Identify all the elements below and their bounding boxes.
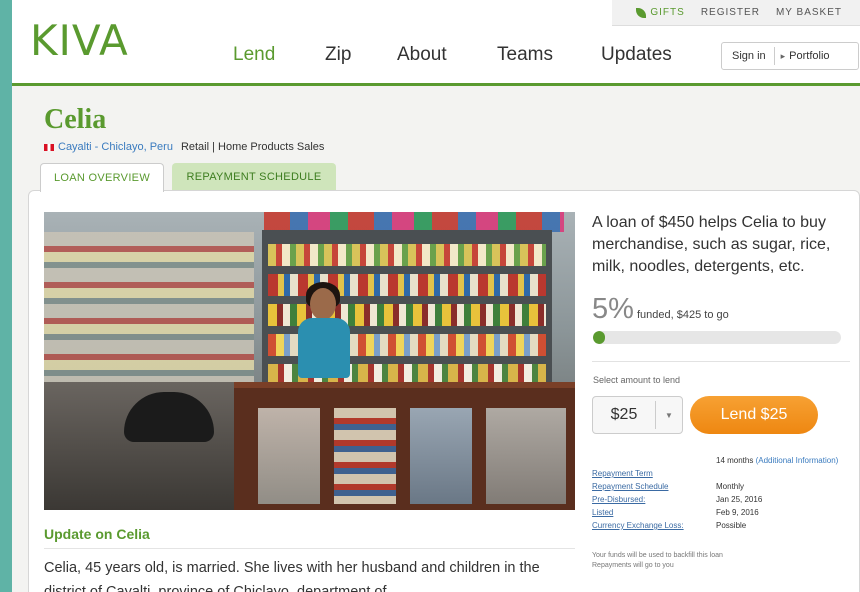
amount-value: $25	[610, 406, 638, 423]
leaf-icon	[636, 7, 647, 18]
amount-select[interactable]: $25 ▼	[592, 396, 683, 434]
borrower-description: Celia, 45 years old, is married. She liv…	[44, 560, 540, 592]
nav-teams[interactable]: Teams	[497, 44, 553, 66]
loan-pitch: A loan of $450 helps Celia to buy mercha…	[592, 214, 831, 275]
funds-note-line: Repayments will go to you	[592, 562, 674, 569]
term-value-text: 14 months	[716, 456, 754, 465]
nav-zip[interactable]: Zip	[325, 44, 351, 66]
my-basket-link[interactable]: MY BASKET	[768, 7, 850, 18]
nav-lend[interactable]: Lend	[233, 44, 275, 66]
portfolio-link[interactable]: Portfolio	[789, 50, 829, 62]
listed-value: Feb 9, 2016	[716, 508, 759, 517]
funded-percent: 5%	[592, 293, 634, 325]
funds-note-line: Your funds will be used to backfill this…	[592, 552, 723, 559]
funding-progress-bar	[593, 331, 841, 344]
gifts-link[interactable]: GIFTS	[628, 7, 692, 18]
register-link[interactable]: REGISTER	[693, 7, 768, 18]
lend-button[interactable]: Lend $25	[690, 396, 818, 434]
nav-about[interactable]: About	[397, 44, 447, 66]
tab-loan-overview[interactable]: LOAN OVERVIEW	[40, 163, 164, 192]
currency-exchange-loss-value: Possible	[716, 521, 747, 530]
utility-bar: GIFTS REGISTER MY BASKET	[612, 0, 860, 26]
repayment-schedule-link[interactable]: Repayment Schedule	[592, 482, 669, 491]
pre-disbursed-value: Jan 25, 2016	[716, 495, 763, 504]
funding-progress-fill	[593, 331, 606, 344]
borrower-sector: Retail | Home Products Sales	[180, 141, 325, 153]
listed-link[interactable]: Listed	[592, 508, 613, 517]
borrower-location-link[interactable]: Cayalti - Chiclayo, Peru	[58, 141, 173, 153]
select-amount-label: Select amount to lend	[593, 375, 681, 385]
chevron-right-icon: ▸	[780, 50, 786, 61]
divider	[44, 548, 575, 549]
sign-in-link[interactable]: Sign in	[722, 50, 774, 62]
schedule-value: Monthly	[716, 482, 745, 491]
borrower-meta: Cayalti - Chiclayo, Peru Retail | Home P…	[44, 141, 324, 153]
additional-info-link[interactable]: (Additional Information)	[756, 456, 839, 465]
caret-down-icon: ▼	[665, 410, 673, 420]
update-title: Update on Celia	[44, 526, 150, 542]
funds-note: Your funds will be used to backfill this…	[592, 551, 832, 571]
repayment-term-link[interactable]: Repayment Term	[592, 469, 653, 478]
page: KIVA GIFTS REGISTER MY BASKET Lend Zip A…	[12, 0, 860, 592]
borrower-name: Celia	[44, 104, 107, 135]
term-value: 14 months (Additional Information)	[716, 456, 850, 466]
divider	[592, 361, 850, 362]
kiva-logo[interactable]: KIVA	[30, 14, 129, 66]
pre-disbursed-link[interactable]: Pre-Disbursed:	[592, 495, 645, 504]
nav-updates[interactable]: Updates	[601, 44, 672, 66]
borrower-photo	[44, 212, 575, 510]
gifts-label: GIFTS	[650, 7, 685, 18]
logo-text: KIVA	[30, 15, 129, 65]
site-header: KIVA GIFTS REGISTER MY BASKET Lend Zip A…	[12, 0, 860, 86]
currency-exchange-loss-link[interactable]: Currency Exchange Loss:	[592, 521, 684, 530]
peru-flag-icon	[44, 143, 54, 151]
auth-box: Sign in ▸ Portfolio	[721, 42, 859, 70]
tab-repayment-schedule[interactable]: REPAYMENT SCHEDULE	[172, 163, 336, 191]
funded-remaining: funded, $425 to go	[637, 309, 729, 321]
